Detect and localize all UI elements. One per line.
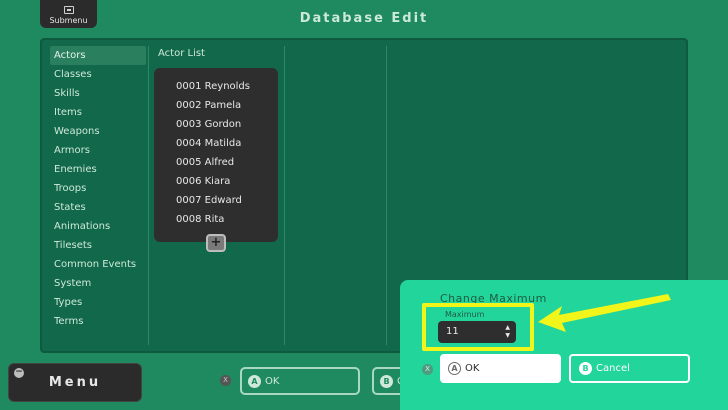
a-button-icon: A (248, 374, 261, 388)
sidebar-item-skills[interactable]: Skills (50, 84, 146, 103)
actor-list-title: Actor List (158, 48, 205, 59)
add-actor-button[interactable]: + (206, 234, 226, 252)
dialog-ok-label: OK (465, 363, 480, 374)
list-item[interactable]: 0001 Reynolds (154, 77, 278, 96)
column-divider (284, 46, 285, 345)
dialog-cancel-label: Cancel (596, 363, 630, 374)
x-button-icon: X (422, 364, 433, 375)
dialog-cancel-button[interactable]: B Cancel (569, 354, 690, 383)
list-item[interactable]: 0007 Edward (154, 191, 278, 210)
maximum-value: 11 (446, 326, 459, 337)
dialog-ok-button[interactable]: A OK (440, 354, 561, 383)
sidebar-item-actors[interactable]: Actors (50, 46, 146, 65)
sidebar-item-terms[interactable]: Terms (50, 312, 146, 331)
menu-button[interactable]: − Menu (8, 363, 142, 402)
sidebar-item-animations[interactable]: Animations (50, 217, 146, 236)
list-item[interactable]: 0008 Rita (154, 210, 278, 229)
sidebar-item-common-events[interactable]: Common Events (50, 255, 146, 274)
x-button-icon: X (220, 375, 231, 386)
ok-label: OK (265, 375, 280, 387)
b-button-icon: B (380, 374, 393, 388)
list-item[interactable]: 0006 Kiara (154, 172, 278, 191)
sidebar-item-items[interactable]: Items (50, 103, 146, 122)
list-item[interactable]: 0004 Matilda (154, 134, 278, 153)
maximum-label: Maximum (445, 310, 485, 319)
minus-icon: − (14, 367, 24, 378)
arrow-annotation-icon (538, 294, 671, 332)
page-title: Database Edit (299, 11, 429, 26)
sidebar-item-types[interactable]: Types (50, 293, 146, 312)
column-divider (386, 46, 387, 345)
category-sidebar: Actors Classes Skills Items Weapons Armo… (50, 46, 146, 331)
menu-label: Menu (48, 375, 102, 390)
column-divider (148, 46, 149, 345)
sidebar-item-states[interactable]: States (50, 198, 146, 217)
list-item[interactable]: 0005 Alfred (154, 153, 278, 172)
plus-icon: + (210, 235, 222, 250)
list-item[interactable]: 0002 Pamela (154, 96, 278, 115)
b-button-icon: B (579, 362, 592, 375)
a-button-icon: A (448, 362, 461, 375)
sidebar-item-enemies[interactable]: Enemies (50, 160, 146, 179)
maximum-stepper[interactable]: 11 ▲ ▼ (438, 321, 516, 343)
sidebar-item-classes[interactable]: Classes (50, 65, 146, 84)
sidebar-item-troops[interactable]: Troops (50, 179, 146, 198)
sidebar-item-system[interactable]: System (50, 274, 146, 293)
sidebar-item-weapons[interactable]: Weapons (50, 122, 146, 141)
list-item[interactable]: 0003 Gordon (154, 115, 278, 134)
sidebar-item-tilesets[interactable]: Tilesets (50, 236, 146, 255)
ok-button[interactable]: A OK (240, 367, 360, 395)
actor-list: 0001 Reynolds 0002 Pamela 0003 Gordon 00… (154, 68, 278, 242)
up-down-arrows-icon[interactable]: ▲ ▼ (505, 324, 510, 340)
sidebar-item-armors[interactable]: Armors (50, 141, 146, 160)
